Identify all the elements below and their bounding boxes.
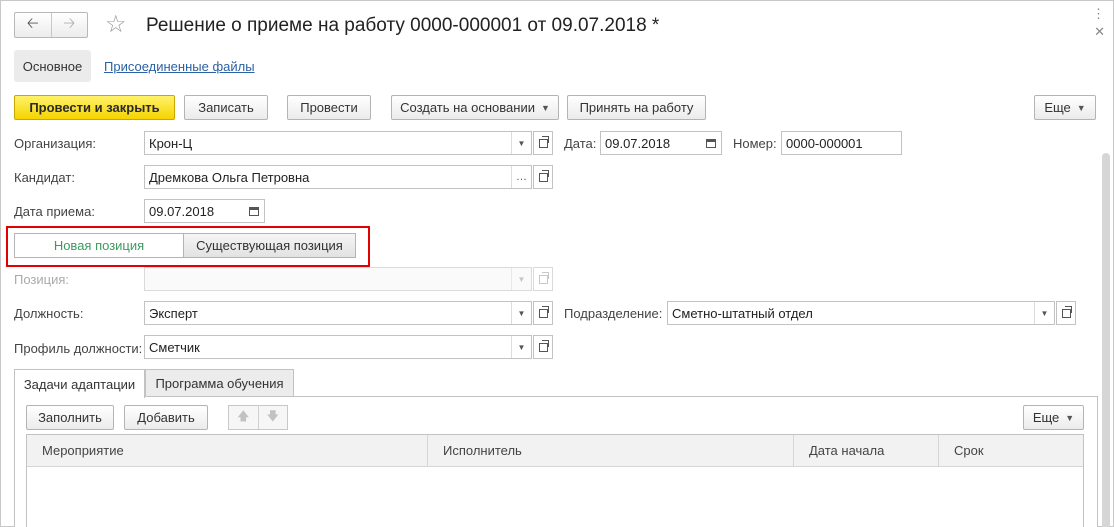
vertical-dots-icon[interactable]: ⋮ bbox=[1092, 7, 1105, 21]
profile-field[interactable]: Сметчик ▼ bbox=[144, 335, 532, 359]
open-window-icon bbox=[1061, 305, 1072, 318]
fill-button[interactable]: Заполнить bbox=[26, 405, 114, 430]
number-value: 0000-000001 bbox=[786, 135, 863, 151]
existing-position-option[interactable]: Существующая позиция bbox=[183, 234, 355, 257]
department-value: Сметно-штатный отдел bbox=[672, 305, 813, 321]
arrow-right-icon: 🡢 bbox=[63, 14, 76, 32]
adaptation-table[interactable]: Мероприятие Исполнитель Дата начала Срок bbox=[26, 434, 1084, 527]
candidate-label: Кандидат: bbox=[14, 170, 75, 185]
open-window-icon bbox=[538, 169, 549, 182]
organization-open-button[interactable] bbox=[533, 131, 553, 155]
close-icon[interactable]: ✕ bbox=[1094, 25, 1105, 39]
candidate-value: Дремкова Ольга Петровна bbox=[149, 169, 310, 185]
department-field[interactable]: Сметно-штатный отдел ▼ bbox=[667, 301, 1055, 325]
date-value: 09.07.2018 bbox=[605, 135, 671, 151]
organization-field[interactable]: Крон-Ц ▼ bbox=[144, 131, 532, 155]
organization-value: Крон-Ц bbox=[149, 135, 193, 151]
document-window: 🡠 🡢 ☆ Решение о приеме на работу 0000-00… bbox=[0, 0, 1114, 527]
tab-adaptation-tasks[interactable]: Задачи адаптации bbox=[14, 369, 145, 398]
vertical-scrollbar[interactable] bbox=[1102, 153, 1110, 527]
chevron-down-icon[interactable]: ▼ bbox=[511, 336, 531, 358]
section-tab-main[interactable]: Основное bbox=[14, 50, 91, 82]
column-header-event[interactable]: Мероприятие bbox=[27, 435, 428, 466]
calendar-icon[interactable] bbox=[244, 200, 264, 222]
open-window-icon bbox=[538, 135, 549, 148]
table-more-label: Еще bbox=[1032, 410, 1060, 425]
job-open-button[interactable] bbox=[533, 301, 553, 325]
arrow-up-icon[interactable]: 🡅 bbox=[229, 406, 258, 429]
title-actions: ⋮ ✕ bbox=[1092, 7, 1105, 39]
date-label: Дата: bbox=[564, 136, 597, 151]
hire-date-label: Дата приема: bbox=[14, 204, 95, 219]
candidate-open-button[interactable] bbox=[533, 165, 553, 189]
save-button[interactable]: Записать bbox=[184, 95, 268, 120]
hire-date-value: 09.07.2018 bbox=[149, 203, 215, 219]
department-open-button[interactable] bbox=[1056, 301, 1076, 325]
chevron-down-icon[interactable]: ▼ bbox=[511, 132, 531, 154]
organization-label: Организация: bbox=[14, 136, 97, 151]
profile-label: Профиль должности: bbox=[14, 341, 143, 356]
department-label: Подразделение: bbox=[564, 306, 663, 321]
select-ellipsis-icon[interactable]: … bbox=[511, 166, 531, 188]
arrow-left-icon: 🡠 bbox=[26, 14, 39, 32]
table-header: Мероприятие Исполнитель Дата начала Срок bbox=[27, 435, 1083, 467]
dropdown-arrow-icon: ▼ bbox=[1065, 412, 1075, 423]
open-window-icon bbox=[538, 339, 549, 352]
more-label: Еще bbox=[1044, 100, 1071, 115]
position-open-button bbox=[533, 267, 553, 291]
hire-date-field[interactable]: 09.07.2018 bbox=[144, 199, 265, 223]
table-more-button[interactable]: Еще ▼ bbox=[1023, 405, 1084, 430]
calendar-icon[interactable] bbox=[701, 132, 721, 154]
tab-training-program[interactable]: Программа обучения bbox=[145, 369, 294, 397]
add-button[interactable]: Добавить bbox=[124, 405, 208, 430]
number-field[interactable]: 0000-000001 bbox=[781, 131, 902, 155]
job-field[interactable]: Эксперт ▼ bbox=[144, 301, 532, 325]
navigation-buttons: 🡠 🡢 bbox=[14, 12, 88, 38]
candidate-field[interactable]: Дремкова Ольга Петровна … bbox=[144, 165, 532, 189]
create-based-on-button[interactable]: Создать на основании ▼ bbox=[391, 95, 559, 120]
date-field[interactable]: 09.07.2018 bbox=[600, 131, 722, 155]
move-buttons: 🡅 🡇 bbox=[228, 405, 288, 430]
position-type-toggle: Новая позиция Существующая позиция bbox=[14, 233, 356, 258]
create-based-on-label: Создать на основании bbox=[400, 100, 535, 115]
number-label: Номер: bbox=[733, 136, 777, 151]
more-button[interactable]: Еще ▼ bbox=[1034, 95, 1096, 120]
back-button[interactable]: 🡠 bbox=[15, 13, 51, 37]
chevron-down-icon[interactable]: ▼ bbox=[511, 302, 531, 324]
profile-value: Сметчик bbox=[149, 339, 200, 355]
dropdown-arrow-icon: ▼ bbox=[540, 102, 550, 113]
arrow-down-icon[interactable]: 🡇 bbox=[257, 406, 288, 429]
section-link-attached-files[interactable]: Присоединенные файлы bbox=[104, 59, 255, 74]
post-button[interactable]: Провести bbox=[287, 95, 371, 120]
job-label: Должность: bbox=[14, 306, 84, 321]
dropdown-arrow-icon: ▼ bbox=[1076, 102, 1086, 113]
job-value: Эксперт bbox=[149, 305, 198, 321]
chevron-down-icon[interactable]: ▼ bbox=[1034, 302, 1054, 324]
post-and-close-button[interactable]: Провести и закрыть bbox=[14, 95, 175, 120]
new-position-option[interactable]: Новая позиция bbox=[15, 234, 183, 257]
chevron-down-icon: ▼ bbox=[511, 268, 531, 290]
column-header-start-date[interactable]: Дата начала bbox=[794, 435, 939, 466]
position-field: ▼ bbox=[144, 267, 532, 291]
hire-button[interactable]: Принять на работу bbox=[567, 95, 706, 120]
column-header-executor[interactable]: Исполнитель bbox=[428, 435, 794, 466]
column-header-term[interactable]: Срок bbox=[939, 435, 1083, 466]
profile-open-button[interactable] bbox=[533, 335, 553, 359]
open-window-icon bbox=[538, 305, 549, 318]
open-window-icon bbox=[538, 271, 549, 284]
forward-button[interactable]: 🡢 bbox=[50, 13, 88, 37]
position-label: Позиция: bbox=[14, 272, 70, 287]
favorite-star-icon[interactable]: ☆ bbox=[105, 12, 127, 38]
window-title: Решение о приеме на работу 0000-000001 о… bbox=[146, 15, 660, 36]
